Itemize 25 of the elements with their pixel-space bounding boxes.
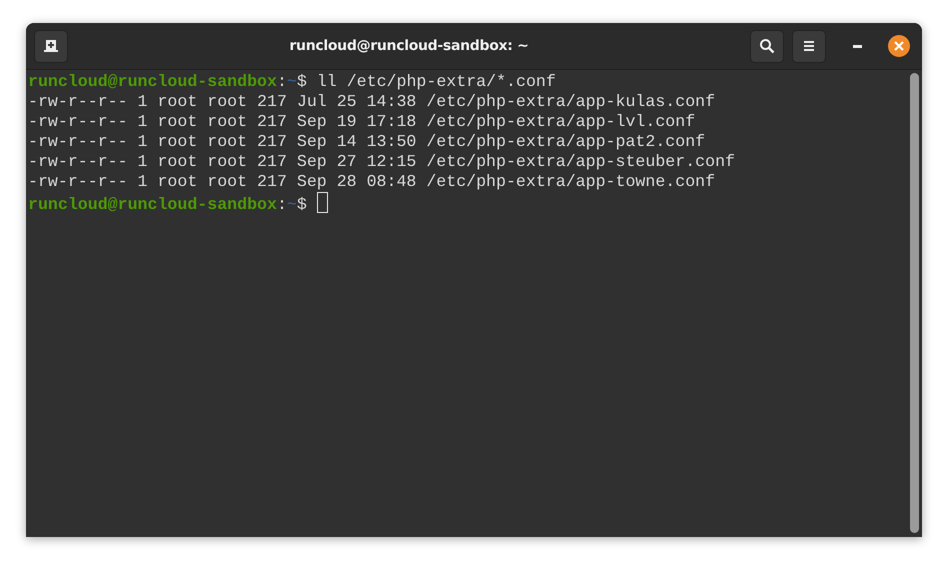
menu-icon <box>804 41 814 51</box>
output-line: -rw-r--r-- 1 root root 217 Sep 19 17:18 /etc/php-extra/app-lvl.conf <box>28 112 696 131</box>
menu-button[interactable] <box>792 30 826 62</box>
prompt-user-host: runcloud@runcloud-sandbox <box>28 72 277 91</box>
search-button[interactable] <box>750 30 784 62</box>
scrollbar[interactable] <box>910 73 919 533</box>
close-button[interactable] <box>888 35 910 57</box>
prompt-separator: : <box>276 195 287 214</box>
window-title: runcloud@runcloud-sandbox: ~ <box>289 38 529 54</box>
output-line: -rw-r--r-- 1 root root 217 Sep 27 12:15 /etc/php-extra/app-steuber.conf <box>28 152 736 171</box>
output-line: -rw-r--r-- 1 root root 217 Sep 14 13:50 /etc/php-extra/app-pat2.conf <box>28 132 706 151</box>
prompt-symbol: $ <box>296 72 307 91</box>
command-text: ll /etc/php-extra/*.conf <box>316 72 556 91</box>
prompt-path: ~ <box>286 195 297 214</box>
minimize-icon <box>852 44 862 48</box>
new-tab-icon <box>43 39 59 53</box>
output-line: -rw-r--r-- 1 root root 217 Sep 28 08:48 /etc/php-extra/app-towne.conf <box>28 172 716 191</box>
new-tab-button[interactable] <box>34 30 68 62</box>
output-line: -rw-r--r-- 1 root root 217 Jul 25 14:38 /etc/php-extra/app-kulas.conf <box>28 92 716 111</box>
prompt-path: ~ <box>286 72 297 91</box>
prompt-user-host: runcloud@runcloud-sandbox <box>28 195 277 214</box>
close-icon <box>894 41 904 51</box>
search-icon <box>759 38 775 54</box>
prompt-symbol: $ <box>296 195 307 214</box>
prompt-separator: : <box>276 72 287 91</box>
